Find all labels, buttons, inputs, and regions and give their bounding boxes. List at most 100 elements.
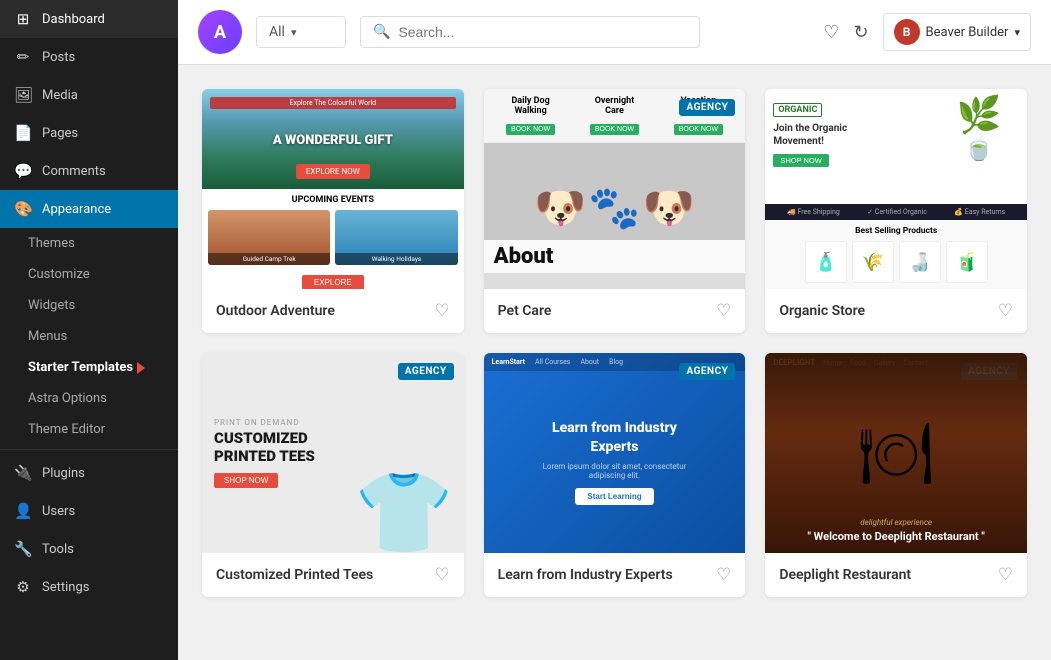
product-item-4: 🧃: [946, 241, 988, 283]
events-button[interactable]: EXPLORE: [302, 275, 364, 289]
sidebar-item-comments[interactable]: 💬 Comments: [0, 152, 178, 190]
search-container: 🔍: [360, 16, 700, 48]
astra-options-label: Astra Options: [28, 391, 107, 406]
widgets-label: Widgets: [28, 298, 75, 313]
product-item-3: 🍶: [899, 241, 941, 283]
card-image-education: AGENCY LearnStart All Courses About Blog…: [484, 353, 746, 553]
events-row: Guided Camp Trek Walking Holidays: [208, 210, 458, 265]
card-image-organic: ORGANIC Join the OrganicMovement! SHOP N…: [765, 89, 1027, 289]
media-icon: 🖼: [14, 86, 32, 104]
edu-cta-btn[interactable]: Start Learning: [575, 488, 653, 505]
filter-dropdown[interactable]: All ▾: [256, 16, 346, 48]
sidebar-item-astra-options[interactable]: Astra Options: [0, 383, 178, 414]
favorite-heart-icon[interactable]: ♡: [716, 301, 731, 321]
rest-welcome: " Welcome to Deeplight Restaurant ": [777, 530, 1015, 543]
sidebar-item-media[interactable]: 🖼 Media: [0, 76, 178, 114]
search-icon: 🔍: [373, 24, 390, 40]
favorites-button[interactable]: ♡: [823, 22, 839, 43]
main-area: A All ▾ 🔍 ♡ ↻ B Beaver Builder ▾: [178, 0, 1051, 660]
sidebar-item-pages[interactable]: 📄 Pages: [0, 114, 178, 152]
organic-products-visual: 🌿 🍵: [939, 97, 1019, 160]
card-title: Pet Care: [498, 303, 552, 319]
tshirt-figure: 👕: [354, 473, 454, 553]
edu-nav-1: All Courses: [535, 358, 570, 366]
organic-logo-badge: ORGANIC: [773, 103, 822, 117]
card-footer-tshirt: Customized Printed Tees ♡: [202, 553, 464, 597]
card-image-petcare: AGENCY Daily DogWalking BOOK NOW Overnig…: [484, 89, 746, 289]
dog-face-2: 🐾: [588, 184, 640, 233]
upcoming-events-section: UPCOMING EVENTS Guided Camp Trek Walking…: [202, 189, 464, 289]
templates-content: Explore The Colourful World A WONDERFUL …: [178, 65, 1051, 660]
feature-1: 🚚 Free Shipping: [787, 208, 840, 216]
sidebar-item-label: Plugins: [42, 466, 85, 481]
template-card-restaurant: AGENCY DEEPLIGHT Home Food Gallery Conta…: [765, 353, 1027, 597]
favorite-heart-icon[interactable]: ♡: [998, 565, 1013, 585]
product-item-2: 🌾: [852, 241, 894, 283]
sidebar-item-widgets[interactable]: Widgets: [0, 290, 178, 321]
organic-hero: ORGANIC Join the OrganicMovement! SHOP N…: [765, 89, 1027, 204]
starter-templates-label: Starter Templates: [28, 360, 133, 375]
sidebar-item-label: Media: [42, 88, 78, 103]
card-image-outdoor: Explore The Colourful World A WONDERFUL …: [202, 89, 464, 289]
sidebar-item-menus[interactable]: Menus: [0, 321, 178, 352]
adventure-cta: EXPLORE NOW: [296, 164, 370, 179]
favorite-heart-icon[interactable]: ♡: [998, 301, 1013, 321]
template-card-organic-store: ORGANIC Join the OrganicMovement! SHOP N…: [765, 89, 1027, 333]
user-menu-button[interactable]: B Beaver Builder ▾: [883, 13, 1031, 51]
sidebar-item-label: Posts: [42, 50, 75, 65]
favorite-heart-icon[interactable]: ♡: [434, 565, 449, 585]
dog-face-1: 🐶: [534, 184, 586, 233]
card-banner-text: Explore The Colourful World: [210, 97, 456, 109]
product-item-1: 🧴: [805, 241, 847, 283]
event-card-2: Walking Holidays: [335, 210, 457, 265]
adventure-headline: A WONDERFUL GIFT: [273, 133, 393, 148]
service-btn-3[interactable]: BOOK NOW: [674, 124, 723, 135]
sidebar-item-starter-templates[interactable]: Starter Templates: [0, 352, 178, 383]
service-btn-1[interactable]: BOOK NOW: [506, 124, 555, 135]
service-btn-2[interactable]: BOOK NOW: [590, 124, 639, 135]
rest-script: delightful experience: [777, 518, 1015, 527]
sidebar-item-posts[interactable]: ✏ Posts: [0, 38, 178, 76]
about-overlay: About: [484, 240, 746, 273]
service-title-1: Daily DogWalking: [506, 96, 555, 116]
promo-headline: CUSTOMIZEDPRINTED TEES: [214, 429, 315, 465]
sidebar-item-theme-editor[interactable]: Theme Editor: [0, 414, 178, 445]
search-input[interactable]: [398, 24, 687, 40]
user-name: Beaver Builder: [926, 25, 1009, 40]
refresh-button[interactable]: ↻: [853, 22, 868, 43]
tshirt-promo-text: PRINT ON DEMAND CUSTOMIZEDPRINTED TEES S…: [214, 418, 315, 488]
sidebar-item-plugins[interactable]: 🔌 Plugins: [0, 454, 178, 492]
sidebar-item-tools[interactable]: 🔧 Tools: [0, 530, 178, 568]
template-card-education: AGENCY LearnStart All Courses About Blog…: [484, 353, 746, 597]
card-footer-organic: Organic Store ♡: [765, 289, 1027, 333]
rest-tagline-area: delightful experience " Welcome to Deepl…: [765, 508, 1027, 553]
tshirt-shop-btn[interactable]: SHOP NOW: [214, 473, 278, 488]
sidebar-item-label: Comments: [42, 164, 106, 179]
sidebar-item-customize[interactable]: Customize: [0, 259, 178, 290]
card-title: Deeplight Restaurant: [779, 567, 911, 583]
card-footer-outdoor: Outdoor Adventure ♡: [202, 289, 464, 333]
about-text: About: [494, 244, 554, 269]
site-logo: A: [198, 10, 242, 54]
menus-label: Menus: [28, 329, 67, 344]
edu-nav-3: Blog: [609, 358, 623, 366]
sidebar-item-users[interactable]: 👤 Users: [0, 492, 178, 530]
favorite-heart-icon[interactable]: ♡: [434, 301, 449, 321]
sidebar-item-themes[interactable]: Themes: [0, 228, 178, 259]
favorite-heart-icon[interactable]: ♡: [716, 565, 731, 585]
sidebar-item-appearance[interactable]: 🎨 Appearance: [0, 190, 178, 228]
feature-3: 💰 Easy Returns: [954, 208, 1005, 216]
card-image-restaurant: AGENCY DEEPLIGHT Home Food Gallery Conta…: [765, 353, 1027, 553]
card-title: Customized Printed Tees: [216, 567, 373, 583]
organic-bottle-img: 🍵: [964, 136, 994, 160]
best-selling-title: Best Selling Products: [773, 226, 1019, 236]
sidebar: ⊞ Dashboard ✏ Posts 🖼 Media 📄 Pages 💬 Co…: [0, 0, 178, 660]
dog-face-3: 🐶: [643, 184, 695, 233]
agency-badge: AGENCY: [679, 99, 735, 116]
theme-editor-label: Theme Editor: [28, 422, 105, 437]
card-title: Outdoor Adventure: [216, 303, 335, 319]
sidebar-item-settings[interactable]: ⚙ Settings: [0, 568, 178, 606]
organic-cta-btn[interactable]: SHOP NOW: [773, 154, 829, 167]
sidebar-item-dashboard[interactable]: ⊞ Dashboard: [0, 0, 178, 38]
tools-icon: 🔧: [14, 540, 32, 558]
